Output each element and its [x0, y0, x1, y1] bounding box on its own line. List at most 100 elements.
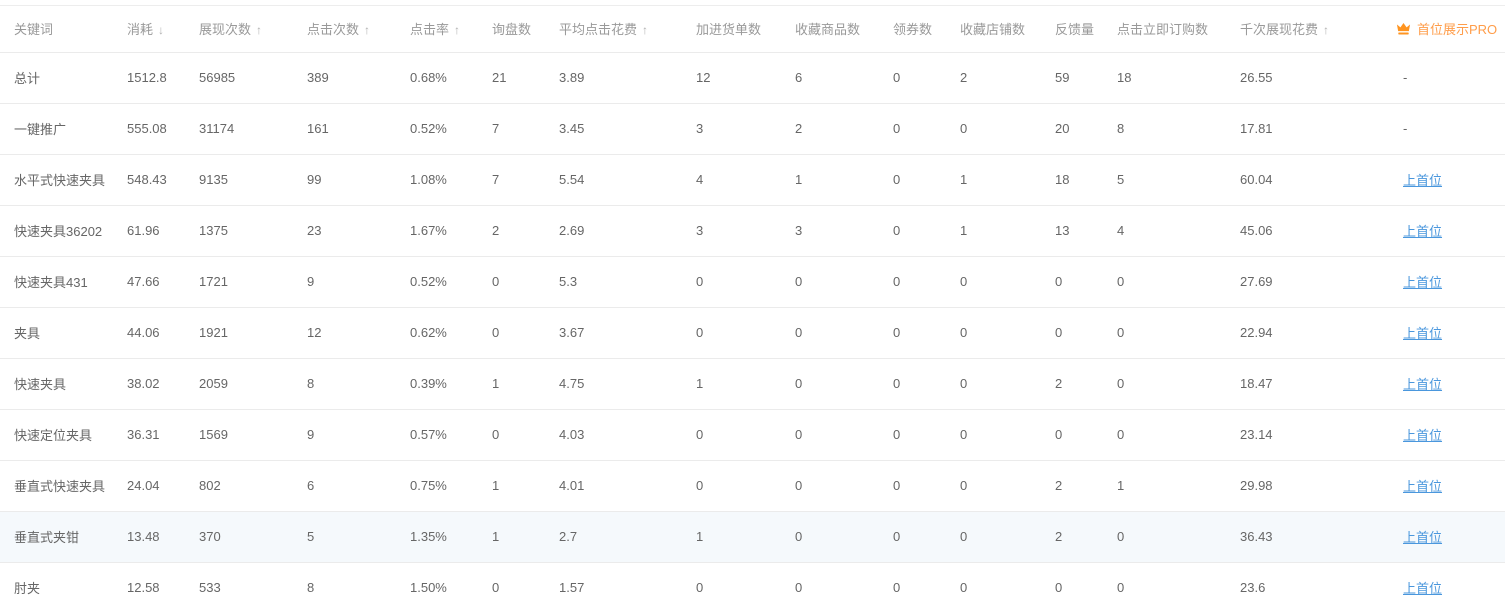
- table-row: 快速夹具3620261.961375231.67%22.69330113445.…: [0, 205, 1505, 256]
- promote-to-top-link[interactable]: 上首位: [1403, 224, 1442, 239]
- promote-to-top-link[interactable]: 上首位: [1403, 428, 1442, 443]
- cell-feedback: 18: [1041, 154, 1103, 205]
- cell-top_position_pro: 上首位: [1363, 460, 1505, 511]
- promote-to-top-link[interactable]: 上首位: [1403, 479, 1442, 494]
- cell-add_to_purchase: 0: [682, 460, 781, 511]
- cell-ctr: 1.50%: [396, 562, 478, 607]
- cell-fav_stores: 0: [946, 460, 1041, 511]
- cell-keyword: 快速夹具36202: [0, 205, 113, 256]
- cell-cost: 47.66: [113, 256, 185, 307]
- cell-ctr: 0.57%: [396, 409, 478, 460]
- column-header-avg_click_cost[interactable]: 平均点击花费↑: [545, 6, 682, 52]
- cell-coupons_claimed: 0: [879, 307, 946, 358]
- sort-ascending-icon: ↑: [1323, 23, 1329, 37]
- cell-add_to_purchase: 12: [682, 52, 781, 103]
- cell-keyword: 夹具: [0, 307, 113, 358]
- cell-inquiries: 7: [478, 103, 545, 154]
- cell-keyword: 快速定位夹具: [0, 409, 113, 460]
- cell-ctr: 0.68%: [396, 52, 478, 103]
- table-row: 肘夹12.5853381.50%01.5700000023.6上首位: [0, 562, 1505, 607]
- promote-to-top-link[interactable]: 上首位: [1403, 377, 1442, 392]
- cell-add_to_purchase: 4: [682, 154, 781, 205]
- cell-top_position_pro: 上首位: [1363, 154, 1505, 205]
- cell-feedback: 20: [1041, 103, 1103, 154]
- cell-clicks: 23: [293, 205, 396, 256]
- table-header-row: 关键词消耗↓展现次数↑ 点击次数 ↑ 点击率↑ 询盘数平均点击花费↑加进货单数收藏商品数…: [0, 6, 1505, 52]
- cell-inquiries: 7: [478, 154, 545, 205]
- cell-inquiries: 2: [478, 205, 545, 256]
- cell-keyword: 垂直式夹钳: [0, 511, 113, 562]
- cell-fav_products: 0: [781, 256, 879, 307]
- cell-fav_products: 0: [781, 562, 879, 607]
- column-label: 询盘数: [492, 22, 531, 37]
- cell-fav_stores: 0: [946, 307, 1041, 358]
- cell-feedback: 2: [1041, 511, 1103, 562]
- column-header-cost[interactable]: 消耗↓: [113, 6, 185, 52]
- cell-coupons_claimed: 0: [879, 256, 946, 307]
- keyword-stats-table: 关键词消耗↓展现次数↑ 点击次数 ↑ 点击率↑ 询盘数平均点击花费↑加进货单数收藏商品数…: [0, 6, 1505, 607]
- cell-ctr: 1.08%: [396, 154, 478, 205]
- promote-to-top-link[interactable]: 上首位: [1403, 326, 1442, 341]
- cell-avg_click_cost: 1.57: [545, 562, 682, 607]
- cell-fav_products: 0: [781, 511, 879, 562]
- table-row: 快速夹具38.02205980.39%14.7510002018.47上首位: [0, 358, 1505, 409]
- column-header-add_to_purchase: 加进货单数: [682, 6, 781, 52]
- column-header-clicks[interactable]: 点击次数 ↑: [293, 6, 396, 52]
- promote-to-top-link[interactable]: 上首位: [1403, 581, 1442, 596]
- no-action-dash: -: [1403, 121, 1407, 136]
- cell-fav_stores: 0: [946, 358, 1041, 409]
- promote-to-top-link[interactable]: 上首位: [1403, 530, 1442, 545]
- promote-to-top-link[interactable]: 上首位: [1403, 275, 1442, 290]
- sort-ascending-icon: ↑: [642, 23, 648, 37]
- cell-add_to_purchase: 1: [682, 358, 781, 409]
- cell-feedback: 0: [1041, 307, 1103, 358]
- cell-coupons_claimed: 0: [879, 154, 946, 205]
- cell-top_position_pro: 上首位: [1363, 205, 1505, 256]
- column-header-fav_products: 收藏商品数: [781, 6, 879, 52]
- cell-avg_click_cost: 4.75: [545, 358, 682, 409]
- cell-avg_click_cost: 2.69: [545, 205, 682, 256]
- cell-feedback: 2: [1041, 460, 1103, 511]
- cell-click_order_now: 0: [1103, 562, 1226, 607]
- cell-fav_stores: 0: [946, 409, 1041, 460]
- cell-impressions: 1375: [185, 205, 293, 256]
- cell-click_order_now: 18: [1103, 52, 1226, 103]
- cell-keyword: 总计: [0, 52, 113, 103]
- table-row: 夹具44.061921120.62%03.6700000022.94上首位: [0, 307, 1505, 358]
- column-header-top_position_pro[interactable]: 首位展示PRO: [1363, 6, 1505, 52]
- cell-feedback: 2: [1041, 358, 1103, 409]
- cell-fav_products: 0: [781, 409, 879, 460]
- cell-impressions: 2059: [185, 358, 293, 409]
- column-label: 点击次数: [307, 22, 359, 37]
- cell-avg_click_cost: 3.45: [545, 103, 682, 154]
- cell-ctr: 0.39%: [396, 358, 478, 409]
- column-header-ctr[interactable]: 点击率↑: [396, 6, 478, 52]
- table-row: 垂直式夹钳13.4837051.35%12.710002036.43上首位: [0, 511, 1505, 562]
- cell-cost: 44.06: [113, 307, 185, 358]
- column-label: 点击立即订购数: [1117, 22, 1208, 37]
- cell-fav_products: 2: [781, 103, 879, 154]
- cell-click_order_now: 0: [1103, 358, 1226, 409]
- column-header-cpm[interactable]: 千次展现花费↑: [1226, 6, 1363, 52]
- cell-cpm: 45.06: [1226, 205, 1363, 256]
- cell-inquiries: 0: [478, 307, 545, 358]
- cell-fav_products: 0: [781, 460, 879, 511]
- cell-top_position_pro: -: [1363, 103, 1505, 154]
- cell-ctr: 0.52%: [396, 256, 478, 307]
- cell-cpm: 18.47: [1226, 358, 1363, 409]
- cell-cpm: 27.69: [1226, 256, 1363, 307]
- column-header-keyword: 关键词: [0, 6, 113, 52]
- cell-clicks: 161: [293, 103, 396, 154]
- column-label: 反馈量: [1055, 22, 1094, 37]
- cell-clicks: 389: [293, 52, 396, 103]
- column-header-impressions[interactable]: 展现次数↑: [185, 6, 293, 52]
- cell-top_position_pro: 上首位: [1363, 409, 1505, 460]
- promote-to-top-link[interactable]: 上首位: [1403, 173, 1442, 188]
- cell-feedback: 13: [1041, 205, 1103, 256]
- cell-avg_click_cost: 4.03: [545, 409, 682, 460]
- sort-ascending-icon: ↑: [364, 23, 370, 37]
- column-header-fav_stores: 收藏店铺数: [946, 6, 1041, 52]
- cell-keyword: 快速夹具431: [0, 256, 113, 307]
- cell-fav_products: 1: [781, 154, 879, 205]
- cell-add_to_purchase: 3: [682, 205, 781, 256]
